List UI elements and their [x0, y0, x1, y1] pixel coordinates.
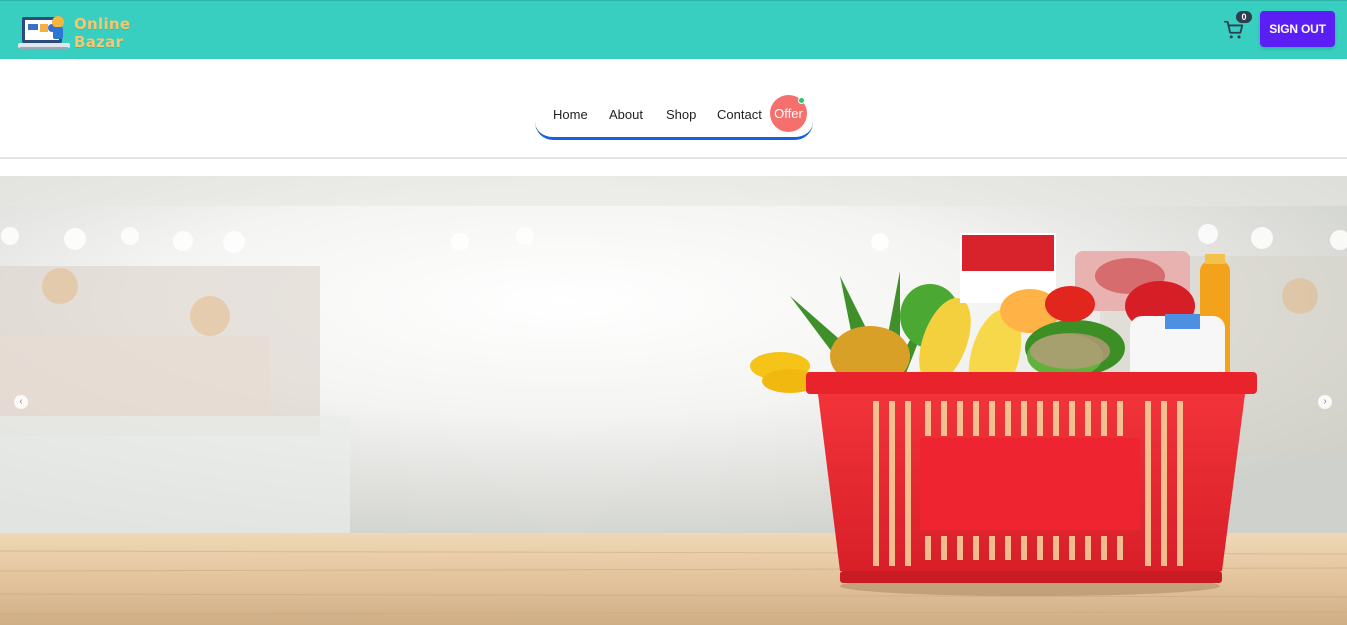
chevron-left-icon: ‹	[19, 396, 23, 407]
nav-shop[interactable]: Shop	[666, 107, 696, 122]
top-header: Online Bazar 0 SIGN OUT	[0, 0, 1347, 59]
nav-contact[interactable]: Contact	[717, 107, 762, 122]
cart-count-badge: 0	[1236, 11, 1252, 23]
offer-label: Offer	[774, 106, 803, 121]
grocery-basket-banner	[0, 176, 1347, 625]
laptop-shop-logo-icon	[18, 16, 70, 49]
cart-button[interactable]: 0	[1223, 11, 1253, 41]
main-nav: Home About Shop Contact Offer	[535, 94, 813, 140]
nav-home[interactable]: Home	[553, 107, 588, 122]
carousel-next-button[interactable]: ›	[1318, 395, 1332, 409]
brand-name-line1: Online	[74, 15, 131, 33]
sign-out-button[interactable]: SIGN OUT	[1260, 11, 1335, 47]
brand-logo[interactable]: Online Bazar	[18, 13, 143, 55]
nav-offer-button[interactable]: Offer	[770, 95, 807, 132]
nav-about[interactable]: About	[609, 107, 643, 122]
carousel-prev-button[interactable]: ‹	[14, 395, 28, 409]
brand-name-line2: Bazar	[74, 33, 124, 51]
chevron-right-icon: ›	[1323, 396, 1327, 407]
hero-carousel: ‹ ›	[0, 176, 1347, 625]
nav-divider	[0, 157, 1347, 159]
offer-notification-dot	[798, 97, 805, 104]
brand-name: Online Bazar	[74, 15, 130, 51]
